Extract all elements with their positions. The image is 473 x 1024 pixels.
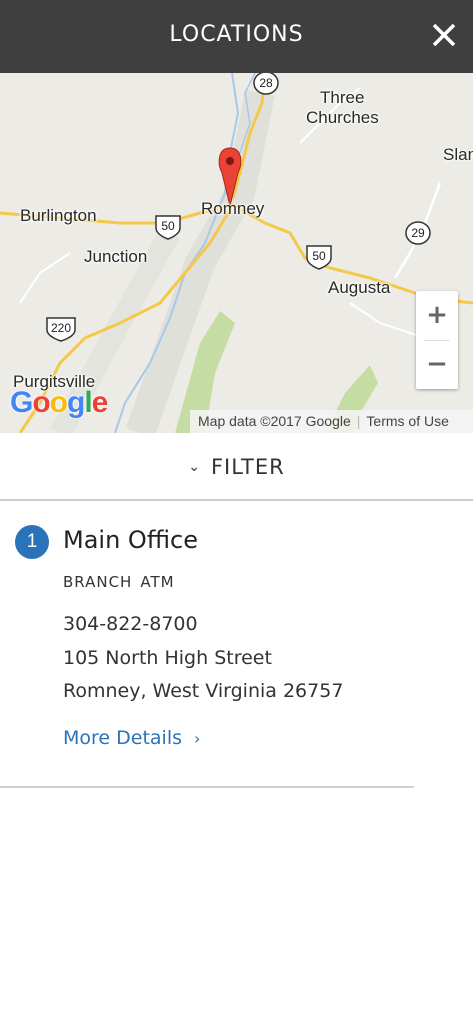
terms-link[interactable]: Terms of Use [366, 413, 448, 429]
location-street: 105 North High Street [63, 647, 272, 669]
map-label-burlington: Burlington [20, 206, 97, 225]
location-number-badge: 1 [15, 525, 49, 559]
filter-toggle[interactable]: ⌄ FILTER [0, 433, 473, 501]
more-details-label: More Details [63, 727, 183, 749]
location-type-branch: BRANCH [63, 573, 133, 591]
map-label-romney: Romney [201, 199, 265, 218]
route-220-shield: 220 [45, 316, 77, 342]
location-name: Main Office [63, 526, 198, 554]
map-label-augusta: Augusta [328, 278, 391, 297]
close-button[interactable] [429, 20, 459, 50]
map-data-text: Map data ©2017 Google [198, 413, 351, 429]
more-details-link[interactable]: More Details › [63, 727, 200, 749]
top-bar: LOCATIONS [0, 0, 473, 73]
map-view[interactable]: Three Churches Slan Burlington Romney Ju… [0, 73, 473, 433]
google-logo: Google [10, 386, 108, 419]
route-50-shield: 50 [154, 214, 182, 240]
map-label-three: Three [320, 88, 365, 107]
map-label-junction: Junction [84, 247, 148, 266]
route-50-shield-east: 50 [305, 244, 333, 270]
zoom-control: + − [416, 291, 458, 389]
route-29-shield: 29 [404, 220, 432, 246]
route-28-shield: 28 [252, 73, 280, 96]
zoom-in-button[interactable]: + [416, 291, 458, 340]
zoom-out-button[interactable]: − [416, 340, 458, 389]
page-title: LOCATIONS [169, 22, 304, 47]
location-divider [0, 786, 414, 788]
location-phone[interactable]: 304-822-8700 [63, 613, 198, 635]
map-label-churches: Churches [306, 108, 379, 127]
location-city: Romney, West Virginia 26757 [63, 680, 344, 702]
chevron-right-icon: › [194, 729, 201, 748]
chevron-down-icon: ⌄ [188, 459, 201, 475]
map-label-slan: Slan [443, 145, 473, 164]
location-types: BRANCH ATM [63, 573, 183, 591]
map-attribution: Map data ©2017 Google | Terms of Use [190, 410, 473, 433]
close-icon [432, 23, 456, 47]
filter-label: FILTER [210, 455, 285, 479]
location-type-atm: ATM [140, 573, 175, 591]
